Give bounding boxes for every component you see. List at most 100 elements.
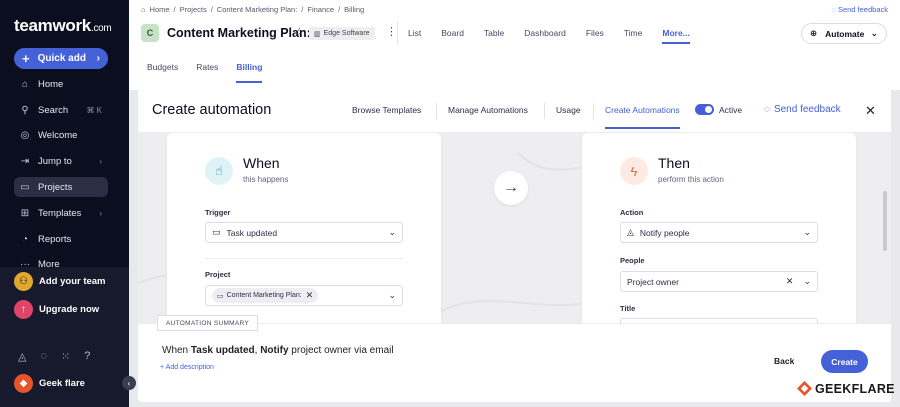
subtab-budgets[interactable]: Budgets	[147, 62, 178, 83]
tab-divider	[436, 103, 437, 119]
breadcrumb-item[interactable]: Home	[150, 5, 170, 14]
company-tag[interactable]: ▥ Edge Software	[309, 27, 375, 40]
tab-list[interactable]: List	[408, 28, 421, 38]
sidebar-item-label: Home	[38, 78, 64, 90]
chevron-down-icon: ⌄	[870, 28, 878, 38]
help-icon[interactable]: ?	[84, 350, 90, 363]
project-select[interactable]: ▭ Content Marketing Plan: ✕ ⌄	[205, 285, 403, 306]
user-name: Geek flare	[39, 378, 85, 389]
sidebar-item-label: Reports	[38, 233, 72, 245]
search-shortcut: ⌘ K	[86, 105, 102, 115]
feedback-icon: ◌	[831, 5, 836, 14]
people-label: People	[620, 256, 645, 265]
apps-grid-icon[interactable]: ⁙	[61, 350, 70, 363]
tab-time[interactable]: Time	[624, 28, 643, 38]
send-feedback-button[interactable]: ◌ Send feedback	[764, 104, 841, 115]
breadcrumb-item[interactable]: Content Marketing Plan:	[217, 5, 297, 14]
summary-text: When Task updated, Notify project owner …	[162, 345, 394, 356]
tab-more[interactable]: More...	[662, 28, 690, 44]
close-icon[interactable]: ✕	[865, 103, 876, 119]
tab-table[interactable]: Table	[484, 28, 504, 38]
task-icon: ▭	[212, 227, 221, 237]
tab-board[interactable]: Board	[441, 28, 464, 38]
project-options-icon[interactable]: ⋮	[386, 25, 397, 38]
star-icon[interactable]: ☆	[294, 25, 305, 39]
trigger-select[interactable]: ▭ Task updated ⌄	[205, 222, 403, 243]
when-card: ☝ When this happens Trigger ▭ Task updat…	[167, 133, 441, 323]
project-header: ⌂ Home / Projects / Content Marketing Plan…	[129, 0, 900, 90]
title-label: Title	[620, 304, 636, 313]
breadcrumb-item[interactable]: Projects	[180, 5, 207, 14]
search-icon: ⚲	[21, 104, 29, 116]
geekflare-logo-icon	[797, 381, 812, 396]
remove-chip-icon[interactable]: ✕	[306, 290, 314, 301]
breadcrumb: ⌂ Home / Projects / Content Marketing Plan…	[141, 5, 365, 14]
scrollbar[interactable]	[883, 191, 887, 251]
tab-dashboard[interactable]: Dashboard	[524, 28, 566, 38]
subtab-billing[interactable]: Billing	[236, 62, 263, 83]
tab-manage-automations[interactable]: Manage Automations	[448, 105, 528, 115]
upgrade-button[interactable]: ↑ Upgrade now	[14, 300, 99, 319]
sidebar-utilities: ◬ ◌ ⁙ ?	[18, 350, 90, 363]
then-title: Then	[658, 155, 690, 171]
sidebar-item-label: Jump to	[38, 155, 72, 167]
clear-icon[interactable]: ✕	[786, 276, 794, 287]
tab-usage[interactable]: Usage	[556, 105, 581, 115]
sidebar-item-templates[interactable]: ⊞ Templates ›	[14, 203, 108, 223]
subtab-rates[interactable]: Rates	[196, 62, 218, 83]
avatar: ◆	[14, 374, 33, 393]
building-icon: ▥	[314, 30, 321, 38]
teamwork-logo[interactable]: teamwork.com	[14, 16, 112, 36]
quick-add-label: Quick add	[37, 53, 86, 64]
sidebar-item-search[interactable]: ⚲ Search ⌘ K	[14, 100, 108, 120]
send-feedback-link[interactable]: ◌ Send feedback	[831, 5, 888, 14]
tab-browse-templates[interactable]: Browse Templates	[352, 105, 421, 115]
plus-icon: +	[22, 51, 30, 66]
home-small-icon: ⌂	[141, 5, 146, 14]
add-description-link[interactable]: + Add description	[160, 364, 214, 371]
chevron-right-icon: ›	[99, 156, 102, 166]
action-select[interactable]: ◬ Notify people ⌄	[620, 222, 818, 243]
tab-divider	[593, 103, 594, 119]
chat-icon[interactable]: ◌	[40, 350, 47, 363]
upgrade-label: Upgrade now	[39, 304, 100, 315]
folder-icon: ▭	[20, 181, 30, 193]
breadcrumb-item[interactable]: Billing	[344, 5, 364, 14]
project-label: Project	[205, 270, 231, 279]
chevron-right-icon: ›	[99, 208, 102, 218]
home-icon: ⌂	[21, 78, 29, 90]
tab-files[interactable]: Files	[586, 28, 604, 38]
quick-add-button[interactable]: + Quick add ›	[14, 48, 108, 69]
when-title: When	[243, 155, 280, 171]
jump-icon: ⇥	[20, 155, 30, 167]
people-select[interactable]: Project owner ✕ ⌄	[620, 271, 818, 292]
chevron-down-icon: ⌄	[388, 227, 396, 237]
sidebar-item-reports[interactable]: ◔ Reports	[14, 229, 108, 249]
breadcrumb-item[interactable]: Finance	[307, 5, 334, 14]
then-card: ϟ Then perform this action Action ◬ Noti…	[582, 133, 856, 323]
automate-button[interactable]: ⊕ Automate ⌄	[801, 23, 887, 44]
chevron-down-icon: ⌄	[803, 227, 811, 237]
trigger-label: Trigger	[205, 208, 231, 217]
sidebar-item-home[interactable]: ⌂ Home	[14, 74, 108, 94]
active-toggle[interactable]	[695, 104, 714, 115]
add-team-label: Add your team	[39, 276, 106, 287]
sidebar-item-projects[interactable]: ▭ Projects	[14, 177, 108, 197]
sidebar-item-label: Welcome	[38, 129, 78, 141]
back-button[interactable]: Back	[774, 356, 794, 366]
action-value: Notify people	[639, 227, 690, 238]
tab-create-automations[interactable]: Create Automations	[605, 105, 680, 129]
team-icon: ⚇	[14, 272, 33, 291]
create-button[interactable]: Create	[821, 350, 868, 373]
sidebar-item-label: Templates	[38, 207, 82, 219]
modal-header: Create automation Browse Templates Manag…	[138, 89, 891, 133]
collapse-sidebar-button[interactable]: ‹	[122, 376, 136, 390]
sidebar-item-jump-to[interactable]: ⇥ Jump to ›	[14, 151, 108, 171]
sidebar-item-welcome[interactable]: ◎ Welcome	[14, 125, 108, 145]
bell-icon[interactable]: ◬	[18, 350, 26, 363]
add-team-button[interactable]: ⚇ Add your team	[14, 272, 106, 291]
user-profile[interactable]: ◆ Geek flare	[14, 374, 85, 393]
action-label: Action	[620, 208, 644, 217]
project-chip: ▭ Content Marketing Plan: ✕	[212, 288, 319, 303]
chevron-down-icon: ⌄	[388, 290, 396, 300]
